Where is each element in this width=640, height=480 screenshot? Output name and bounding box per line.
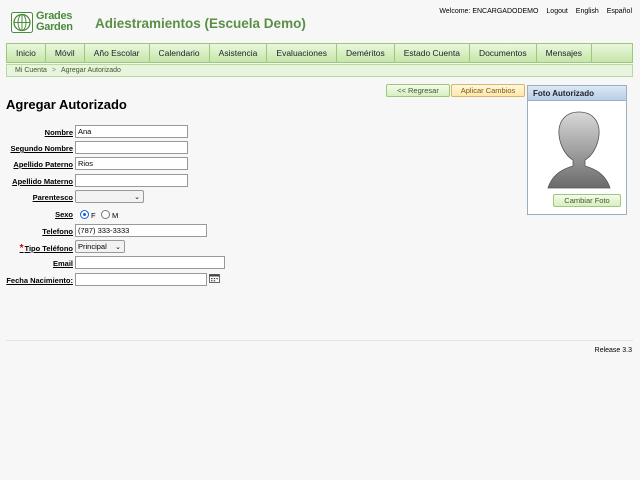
- breadcrumb: Mi Cuenta > Agregar Autorizado: [6, 64, 633, 77]
- main-nav: Inicio Móvil Año Escolar Calendario Asis…: [6, 43, 633, 63]
- sexo-option-m-label: M: [112, 211, 119, 220]
- sexo-radio-f[interactable]: [80, 210, 89, 219]
- nav-mensajes[interactable]: Mensajes: [537, 44, 593, 62]
- email-input[interactable]: [75, 256, 225, 269]
- language-english-link[interactable]: English: [576, 8, 599, 15]
- email-label: Email: [52, 259, 73, 268]
- nombre-input[interactable]: [75, 125, 188, 138]
- logo-globe-icon: [11, 12, 33, 33]
- breadcrumb-separator: >: [51, 67, 56, 74]
- nav-estado-cuenta[interactable]: Estado Cuenta: [395, 44, 470, 62]
- nav-movil[interactable]: Móvil: [46, 44, 85, 62]
- calendar-icon[interactable]: [209, 273, 220, 283]
- apellido-materno-input[interactable]: [75, 174, 188, 187]
- fecha-nacimiento-label: Fecha Nacimiento:: [6, 276, 73, 285]
- telefono-label: Telefono: [42, 227, 73, 236]
- nav-inicio[interactable]: Inicio: [7, 44, 46, 62]
- logo-wordmark: Grades Garden: [36, 10, 73, 33]
- parentesco-label: Parentesco: [32, 193, 73, 202]
- tipo-telefono-value: Principal: [78, 242, 107, 251]
- segundo-nombre-label: Segundo Nombre: [10, 144, 73, 153]
- breadcrumb-home-link[interactable]: Mi Cuenta: [15, 67, 47, 74]
- fecha-nacimiento-input[interactable]: [75, 273, 207, 286]
- nav-documentos[interactable]: Documentos: [470, 44, 537, 62]
- nombre-label: Nombre: [44, 128, 73, 137]
- apply-changes-button[interactable]: Aplicar Cambios: [451, 84, 525, 97]
- parentesco-select[interactable]: ⌄: [75, 190, 144, 203]
- nav-ano-escolar[interactable]: Año Escolar: [85, 44, 150, 62]
- back-button[interactable]: << Regresar: [386, 84, 450, 97]
- apellido-paterno-input[interactable]: [75, 157, 188, 170]
- nav-calendario[interactable]: Calendario: [150, 44, 210, 62]
- change-photo-button[interactable]: Cambiar Foto: [553, 194, 621, 207]
- sexo-label: Sexo: [55, 210, 73, 219]
- chevron-down-icon: ⌄: [115, 244, 121, 251]
- footer-divider: [6, 340, 633, 341]
- telefono-input[interactable]: [75, 224, 207, 237]
- tipo-telefono-label: *Tipo Teléfono: [19, 243, 73, 254]
- nav-demeritos[interactable]: Deméritos: [337, 44, 395, 62]
- tipo-telefono-select[interactable]: Principal ⌄: [75, 240, 125, 253]
- apellido-paterno-label: Apellido Paterno: [13, 160, 73, 169]
- top-links: Welcome: ENCARGADODEMO Logout English Es…: [433, 8, 632, 15]
- breadcrumb-current: Agregar Autorizado: [61, 67, 121, 74]
- release-version: Release 3.3: [594, 347, 632, 354]
- language-spanish-link[interactable]: Español: [607, 8, 632, 15]
- nav-asistencia[interactable]: Asistencia: [210, 44, 268, 62]
- page-title: Agregar Autorizado: [6, 97, 127, 112]
- sexo-option-f-label: F: [91, 211, 96, 220]
- chevron-down-icon: ⌄: [134, 194, 140, 201]
- avatar-placeholder-icon: [547, 111, 611, 189]
- sexo-radio-m[interactable]: [101, 210, 110, 219]
- photo-panel: Foto Autorizado Cambiar Foto: [527, 85, 627, 215]
- required-marker: *: [19, 243, 24, 254]
- apellido-materno-label: Apellido Materno: [12, 177, 73, 186]
- photo-panel-title: Foto Autorizado: [528, 86, 626, 101]
- grades-garden-logo[interactable]: Grades Garden: [11, 10, 81, 34]
- logout-link[interactable]: Logout: [546, 8, 567, 15]
- segundo-nombre-input[interactable]: [75, 141, 188, 154]
- welcome-text: Welcome: ENCARGADODEMO: [439, 8, 539, 15]
- school-title: Adiestramientos (Escuela Demo): [95, 16, 306, 31]
- nav-evaluaciones[interactable]: Evaluaciones: [267, 44, 337, 62]
